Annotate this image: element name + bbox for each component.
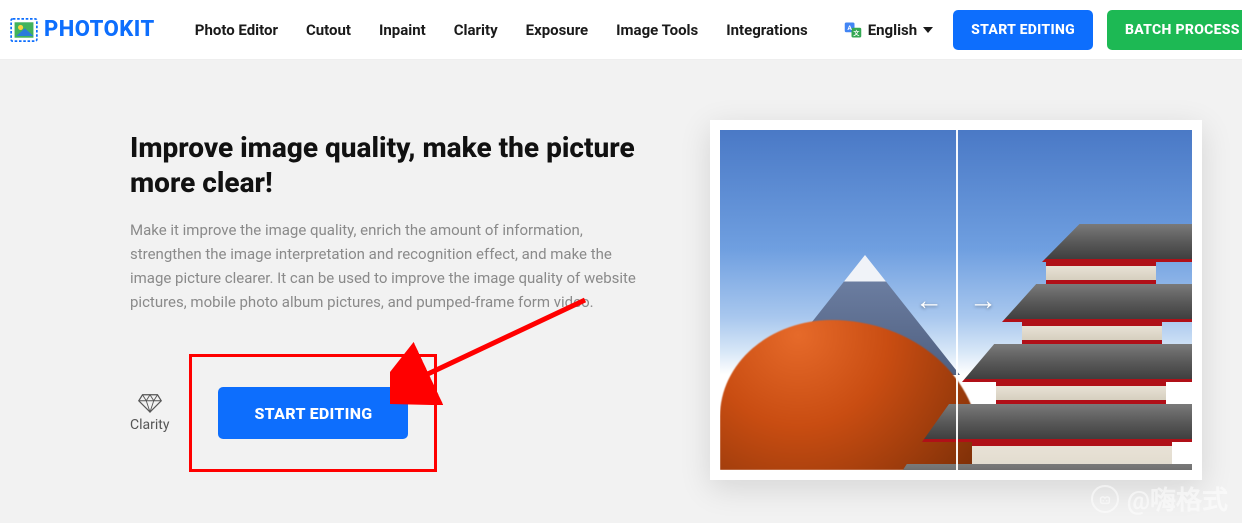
hero-description: Make it improve the image quality, enric… [130,218,650,314]
nav-clarity[interactable]: Clarity [454,21,498,39]
header: PHOTOKIT Photo Editor Cutout Inpaint Cla… [0,0,1242,60]
hero-title: Improve image quality, make the picture … [130,130,650,200]
header-batch-process-button[interactable]: BATCH PROCESS [1107,10,1242,50]
watermark-logo-icon [1091,485,1119,513]
brand-logo[interactable]: PHOTOKIT [10,17,155,42]
nav-photo-editor[interactable]: Photo Editor [195,21,278,39]
feature-row: Clarity START EDITING [130,354,650,472]
nav-exposure[interactable]: Exposure [526,21,589,39]
compare-slider-handle[interactable]: ← → [915,284,997,317]
annotation-highlight: START EDITING [189,354,437,472]
svg-text:A: A [847,24,852,32]
photokit-logo-icon [10,18,38,42]
arrow-right-icon: → [969,284,997,317]
svg-text:文: 文 [852,29,860,37]
image-compare-card: ← → [710,120,1202,480]
main-content: Improve image quality, make the picture … [0,60,1242,480]
arrow-left-icon: ← [915,284,943,317]
header-start-editing-button[interactable]: START EDITING [953,10,1093,50]
watermark-text: @嗨格式 [1127,480,1228,517]
language-selector[interactable]: A 文 English [844,21,933,39]
chevron-down-icon [923,27,933,33]
start-editing-button[interactable]: START EDITING [218,387,408,439]
language-label: English [868,21,917,39]
image-compare-viewport: ← → [720,130,1192,470]
nav-cutout[interactable]: Cutout [306,21,351,39]
header-actions: START EDITING BATCH PROCESS [953,10,1242,50]
nav-image-tools[interactable]: Image Tools [616,21,698,39]
clarity-label-text: Clarity [130,417,169,433]
brand-name: PHOTOKIT [44,17,155,42]
watermark: @嗨格式 [1091,480,1228,517]
hero-section: Improve image quality, make the picture … [130,120,650,480]
translate-icon: A 文 [844,21,862,39]
nav-integrations[interactable]: Integrations [726,21,807,39]
clarity-feature: Clarity [130,393,169,433]
nav-inpaint[interactable]: Inpaint [379,21,426,39]
main-nav: Photo Editor Cutout Inpaint Clarity Expo… [195,21,933,39]
diamond-icon [138,393,162,413]
compare-image-pagoda [972,220,1192,470]
